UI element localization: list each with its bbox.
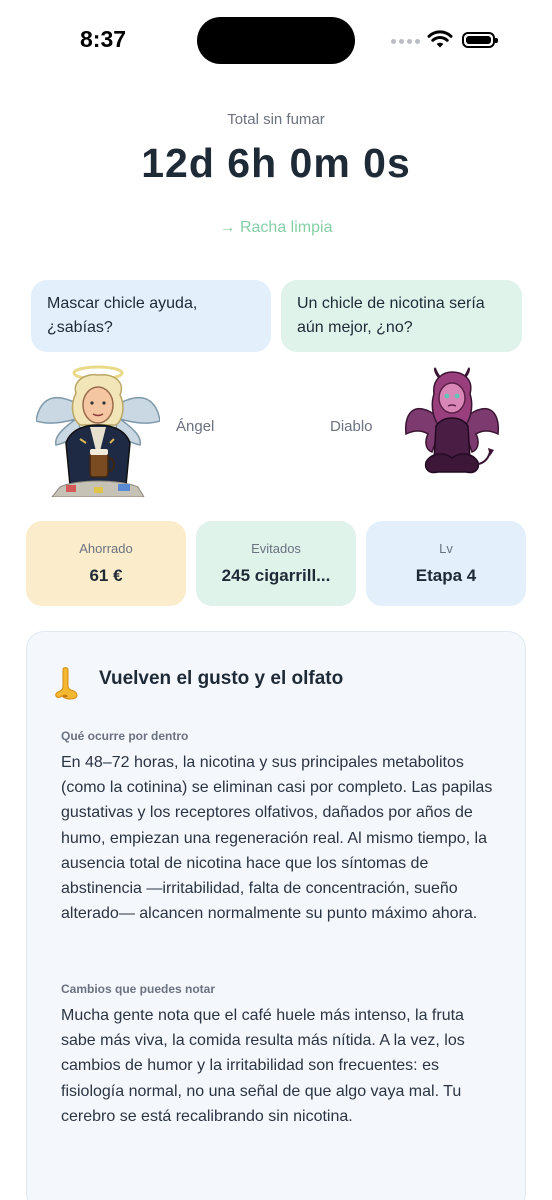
devil-name: Diablo	[330, 418, 373, 435]
angel-speech-bubble: Mascar chicle ayuda, ¿sabías?	[31, 280, 271, 352]
counter-label: Total sin fumar	[227, 111, 325, 128]
cellular-signal-icon	[391, 39, 420, 44]
section-label-inside: Qué ocurre por dentro	[61, 729, 189, 743]
stat-value-level: Etapa 4	[415, 566, 477, 585]
milestone-info-card: Vuelven el gusto y el olfato Qué ocurre …	[26, 631, 526, 1200]
nose-icon	[55, 667, 78, 700]
stat-card-avoided[interactable]: Evitados 245 cigarrill...	[196, 521, 356, 606]
stat-value-avoided: 245 cigarrill...	[221, 566, 331, 585]
section-body-changes: Mucha gente nota que el café huele más i…	[61, 1007, 465, 1125]
angel-name: Ángel	[176, 418, 215, 435]
status-time: 8:37	[80, 26, 127, 52]
stat-value-saved: 61 €	[89, 566, 123, 585]
devil-speech-bubble: Un chicle de nicotina sería aún mejor, ¿…	[281, 280, 522, 352]
smoke-free-timer: 12d 6h 0m 0s	[141, 140, 411, 186]
wifi-icon	[427, 30, 453, 48]
stat-label-avoided: Evitados	[251, 541, 301, 556]
stat-card-saved[interactable]: Ahorrado 61 €	[26, 521, 186, 606]
battery-icon	[462, 32, 498, 48]
dynamic-island	[197, 17, 355, 64]
stat-label-saved: Ahorrado	[79, 541, 133, 556]
angel-character-image[interactable]	[36, 363, 160, 497]
stat-card-level[interactable]: Lv Etapa 4	[366, 521, 526, 606]
devil-character-image[interactable]	[404, 364, 500, 484]
section-label-changes: Cambios que puedes notar	[61, 982, 216, 996]
milestone-title: Vuelven el gusto y el olfato	[99, 668, 344, 689]
stat-label-level: Lv	[439, 541, 453, 556]
section-body-inside: En 48–72 horas, la nicotina y sus princi…	[61, 754, 493, 923]
streak-link[interactable]: → Racha limpia	[0, 219, 552, 237]
app-screen: 8:37 Total sin fumar 12d 6h 0m 0s → Rach…	[0, 0, 552, 1200]
status-bar: 8:37	[0, 0, 552, 84]
